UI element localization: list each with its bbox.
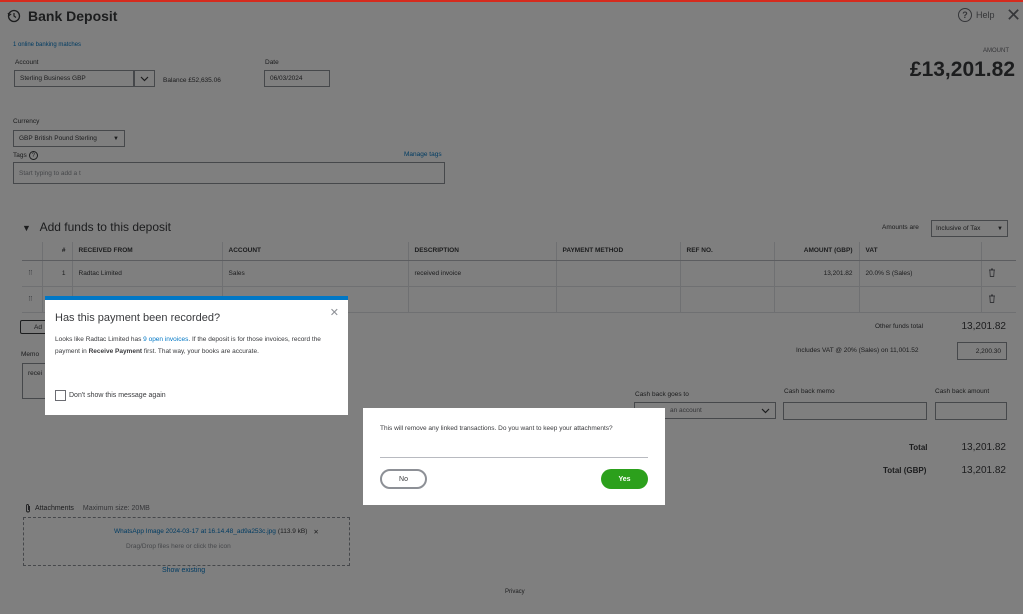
keep-attachments-dialog: This will remove any linked transactions…	[363, 408, 665, 505]
dont-show-again-label: Don't show this message again	[69, 392, 166, 399]
payment-recorded-dialog: ✕ Has this payment been recorded? Looks …	[45, 296, 348, 415]
dialog-divider	[380, 457, 648, 458]
no-button[interactable]: No	[380, 469, 427, 489]
dialog-body: Looks like Radtac Limited has 9 open inv…	[55, 334, 345, 358]
dialog-body-text: Looks like Radtac Limited has	[55, 336, 144, 343]
open-invoices-link[interactable]: 9 open invoices	[143, 336, 188, 343]
dont-show-again-option[interactable]: Don't show this message again	[55, 390, 166, 401]
yes-button[interactable]: Yes	[601, 469, 648, 489]
dialog-message: This will remove any linked transactions…	[380, 425, 613, 432]
dialog-body-text: first. That way, your books are accurate…	[142, 348, 259, 355]
close-icon[interactable]: ✕	[330, 306, 339, 319]
receive-payment-text: Receive Payment	[88, 348, 143, 355]
dialog-title: Has this payment been recorded?	[55, 312, 221, 324]
dont-show-again-checkbox[interactable]	[55, 390, 66, 401]
